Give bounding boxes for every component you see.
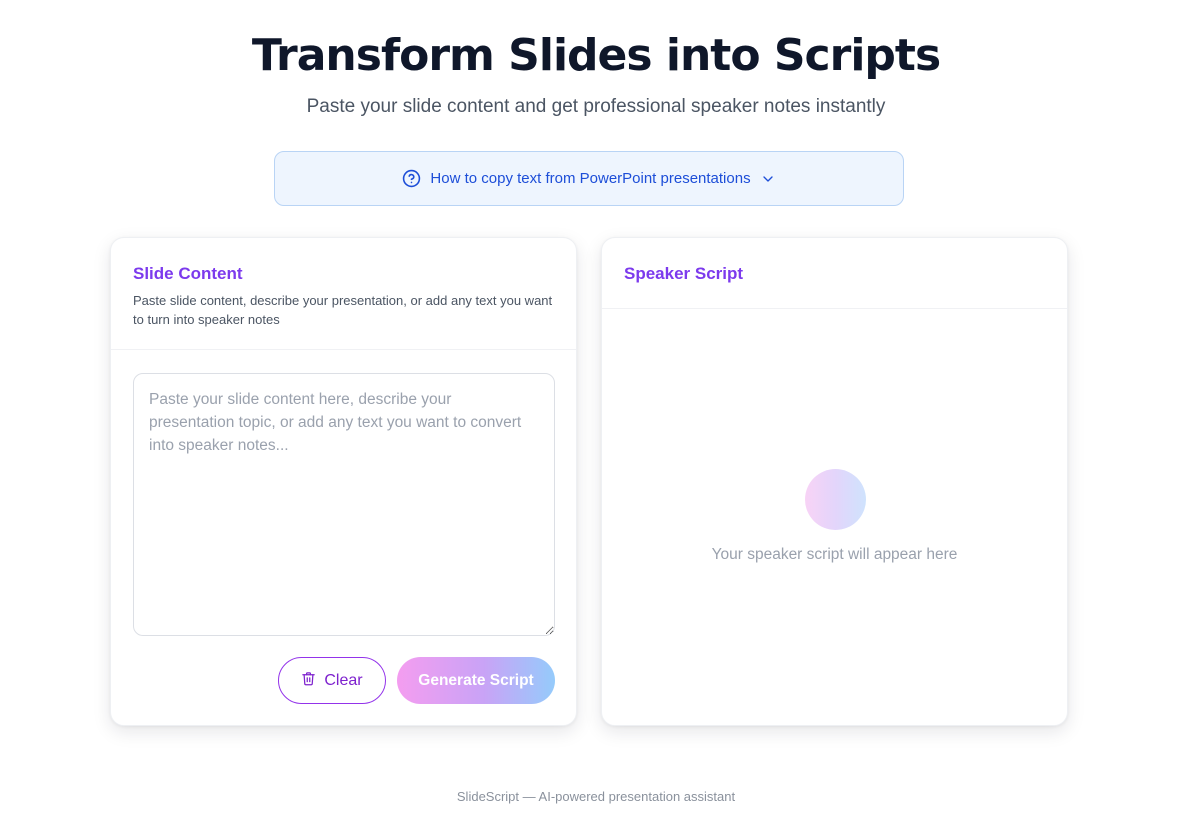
- footer: SlideScript — AI-powered presentation as…: [456, 789, 736, 804]
- clear-button[interactable]: Clear: [278, 657, 386, 704]
- slide-content-card: Slide Content Paste slide content, descr…: [110, 237, 577, 726]
- question-circle-icon: [402, 169, 421, 188]
- card-divider: [602, 308, 1067, 309]
- page-subtitle: Paste your slide content and get profess…: [306, 96, 886, 117]
- slide-content-description: Paste slide content, describe your prese…: [133, 293, 553, 327]
- powerpoint-help-toggle[interactable]: How to copy text from PowerPoint present…: [274, 151, 904, 206]
- chevron-down-icon: [760, 171, 776, 187]
- empty-state-message: Your speaker script will appear here: [711, 546, 958, 563]
- speaker-script-title: Speaker Script: [624, 264, 744, 283]
- empty-state-orb: [805, 469, 866, 530]
- help-label: How to copy text from PowerPoint present…: [430, 170, 751, 187]
- slide-content-input[interactable]: [133, 373, 555, 636]
- generate-script-button[interactable]: Generate Script: [397, 657, 555, 704]
- speaker-script-card: Speaker Script Your speaker script will …: [601, 237, 1068, 726]
- slide-content-title: Slide Content: [133, 264, 243, 283]
- trash-icon: [301, 671, 316, 691]
- clear-button-label: Clear: [324, 671, 363, 689]
- page-title: Transform Slides into Scripts: [251, 30, 941, 81]
- card-divider: [111, 349, 576, 350]
- page: Transform Slides into Scripts Paste your…: [0, 0, 1192, 820]
